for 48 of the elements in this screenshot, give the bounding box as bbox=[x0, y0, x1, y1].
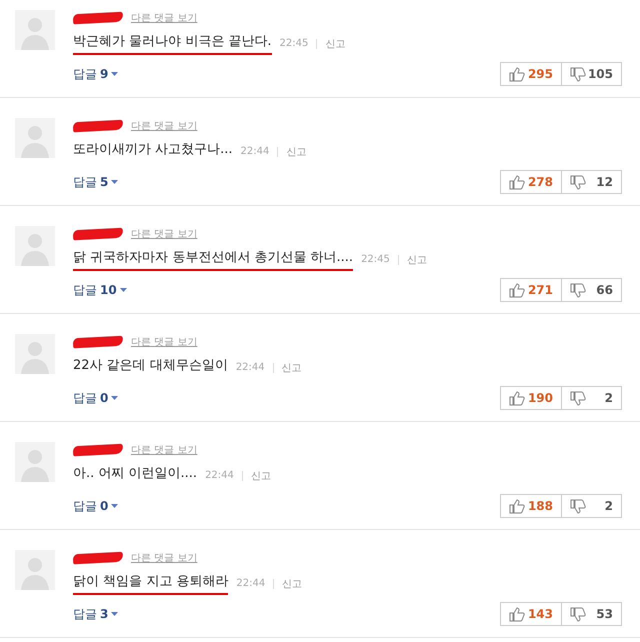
caret-icon bbox=[111, 612, 118, 616]
thumbs-up-icon bbox=[509, 498, 525, 514]
thumbs-down-icon bbox=[570, 174, 586, 190]
report-link[interactable]: 신고 bbox=[406, 252, 427, 266]
caret-icon bbox=[111, 180, 118, 184]
replies-toggle[interactable]: 답글 10 bbox=[73, 282, 127, 298]
report-link[interactable]: 신고 bbox=[286, 144, 306, 158]
replies-toggle[interactable]: 답글 3 bbox=[73, 606, 118, 622]
comment-time: 22:44 bbox=[236, 362, 265, 373]
report-link[interactable]: 신고 bbox=[250, 468, 271, 482]
comment-time: 22:44 bbox=[240, 146, 270, 157]
comment-text: 또라이새끼가 사고쳤구나... bbox=[73, 141, 233, 159]
comment-time: 22:44 bbox=[236, 578, 266, 589]
thumbs-up-icon bbox=[509, 606, 525, 622]
thumbs-up-icon bbox=[509, 174, 525, 190]
report-link[interactable]: 신고 bbox=[282, 360, 302, 374]
more-comments-link[interactable]: 다른 댓글 보기 bbox=[131, 119, 198, 133]
comment-text: 22사 같은데 대체무슨일이 bbox=[73, 357, 228, 375]
more-comments-link[interactable]: 다른 댓글 보기 bbox=[131, 551, 198, 565]
comment-time: 22:45 bbox=[361, 254, 390, 265]
comment-text: 닭이 책임을 지고 용퇴해라 bbox=[73, 572, 228, 595]
more-comments-link[interactable]: 다른 댓글 보기 bbox=[131, 227, 198, 241]
caret-icon bbox=[120, 288, 127, 292]
report-link[interactable]: 신고 bbox=[325, 36, 346, 50]
thumbs-down-icon bbox=[570, 606, 586, 622]
comment-text: 닭 귀국하자마자 동부전선에서 총기선물 하너.... bbox=[73, 248, 354, 271]
comment-time: 22:44 bbox=[205, 470, 234, 481]
thumbs-up-icon bbox=[509, 282, 525, 298]
thumbs-down-icon bbox=[570, 390, 586, 406]
replies-toggle[interactable]: 답글 9 bbox=[73, 66, 118, 82]
more-comments-link[interactable]: 다른 댓글 보기 bbox=[131, 11, 198, 25]
caret-icon bbox=[111, 396, 118, 400]
more-comments-link[interactable]: 다른 댓글 보기 bbox=[131, 443, 198, 457]
thumbs-down-icon bbox=[570, 498, 586, 514]
replies-toggle[interactable]: 답글 0 bbox=[73, 390, 118, 406]
thumbs-up-icon bbox=[509, 66, 525, 82]
more-comments-link[interactable]: 다른 댓글 보기 bbox=[131, 335, 198, 349]
thumbs-down-icon bbox=[570, 282, 586, 298]
comment-text: 아.. 어찌 이런일이.... bbox=[73, 465, 198, 483]
report-link[interactable]: 신고 bbox=[282, 576, 302, 590]
comment-time: 22:45 bbox=[280, 38, 308, 49]
replies-toggle[interactable]: 답글 0 bbox=[73, 498, 118, 514]
caret-icon bbox=[111, 504, 118, 508]
caret-icon bbox=[111, 72, 118, 76]
replies-toggle[interactable]: 답글 5 bbox=[73, 174, 118, 190]
thumbs-up-icon bbox=[509, 390, 525, 406]
thumbs-down-icon bbox=[570, 66, 586, 82]
comment-text: 박근혜가 물러나야 비극은 끝난다. bbox=[73, 32, 272, 55]
